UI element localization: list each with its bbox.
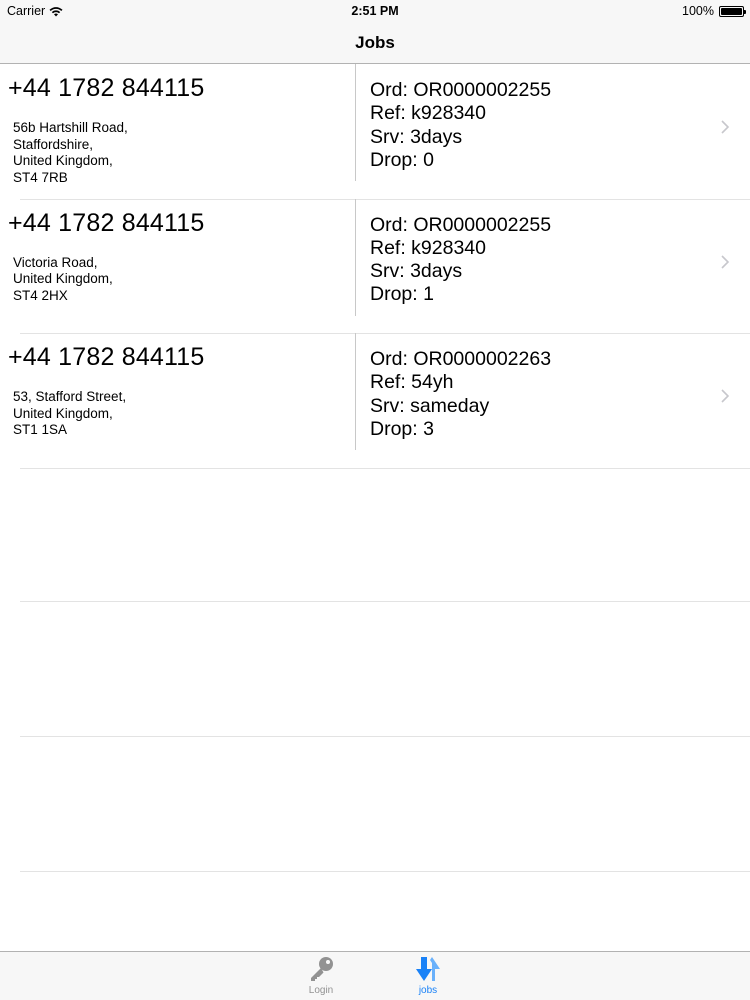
address-line: 56b Hartshill Road, <box>13 120 128 135</box>
job-drop: Drop: 1 <box>370 283 434 306</box>
address-line: ST4 2HX <box>13 287 68 303</box>
status-bar: Carrier 2:51 PM 100% <box>0 0 750 22</box>
job-order: Ord: OR0000002255 <box>370 213 552 236</box>
address-line: United Kingdom, <box>13 271 113 287</box>
address-line: ST1 1SA <box>13 422 68 438</box>
job-phone: +44 1782 844115 <box>8 74 205 102</box>
jobs-table[interactable]: +44 1782 844115 56b Hartshill Road, Staf… <box>0 64 750 951</box>
tab-bar: Login jobs <box>0 951 750 1000</box>
job-details-cell: Ord: OR0000002255 Ref: k928340 Srv: 3day… <box>370 79 551 172</box>
tab-login-label: Login <box>308 985 334 996</box>
status-right: 100% <box>682 4 746 18</box>
key-icon <box>311 957 333 981</box>
job-row[interactable]: +44 1782 844115 56b Hartshill Road, Staf… <box>0 64 750 200</box>
job-drop: Drop: 0 <box>370 148 434 171</box>
tab-login[interactable]: Login <box>291 955 351 996</box>
empty-row <box>0 468 750 603</box>
job-order: Ord: OR0000002255 <box>370 79 552 101</box>
job-ref: Ref: 54yh <box>370 371 454 394</box>
job-details-cell: Ord: OR0000002263 Ref: 54yh Srv: sameday… <box>370 348 551 441</box>
job-contact-cell: +44 1782 844115 56b Hartshill Road, Staf… <box>0 64 356 185</box>
address-line: 53, Stafford Street, <box>13 389 127 405</box>
job-address: Victoria Road, United Kingdom, ST4 2HX <box>13 255 113 305</box>
battery-icon <box>719 5 746 17</box>
empty-row <box>0 602 750 737</box>
job-address: 56b Hartshill Road, Staffordshire, Unite… <box>13 120 128 186</box>
job-service: Srv: 3days <box>370 260 463 283</box>
job-ref: Ref: k928340 <box>370 102 487 125</box>
chevron-right-icon <box>721 120 730 134</box>
job-phone: +44 1782 844115 <box>8 343 205 372</box>
job-contact-cell: +44 1782 844115 Victoria Road, United Ki… <box>0 198 356 316</box>
job-address: 53, Stafford Street, United Kingdom, ST1… <box>13 389 126 439</box>
job-row[interactable]: +44 1782 844115 Victoria Road, United Ki… <box>0 198 750 335</box>
status-time: 2:51 PM <box>351 4 399 18</box>
address-line: ST4 7RB <box>13 169 68 185</box>
chevron-right-icon <box>721 389 730 403</box>
battery-level <box>721 7 742 15</box>
row-divider <box>20 870 750 872</box>
job-details-cell: Ord: OR0000002255 Ref: k928340 Srv: 3day… <box>370 214 551 307</box>
job-ref: Ref: k928340 <box>370 236 487 259</box>
address-line: Victoria Road, <box>13 254 98 270</box>
tab-jobs-label: jobs <box>418 985 438 996</box>
job-row[interactable]: +44 1782 844115 53, Stafford Street, Uni… <box>0 333 750 469</box>
job-drop: Drop: 3 <box>370 418 434 441</box>
chevron-right-icon <box>721 255 730 269</box>
arrows-icon <box>416 957 440 981</box>
tab-jobs[interactable]: jobs <box>398 955 458 996</box>
job-service: Srv: 3days <box>370 125 463 148</box>
job-contact-cell: +44 1782 844115 53, Stafford Street, Uni… <box>0 333 356 451</box>
empty-row <box>0 737 750 872</box>
job-phone: +44 1782 844115 <box>8 208 205 237</box>
navigation-bar: Jobs <box>0 22 750 64</box>
address-line: Staffordshire, <box>13 136 94 152</box>
battery-percent: 100% <box>682 4 714 18</box>
address-line: United Kingdom, <box>13 153 113 168</box>
address-line: United Kingdom, <box>13 405 113 421</box>
page-title: Jobs <box>355 33 395 52</box>
job-service: Srv: sameday <box>370 394 490 417</box>
job-order: Ord: OR0000002263 <box>370 348 552 371</box>
